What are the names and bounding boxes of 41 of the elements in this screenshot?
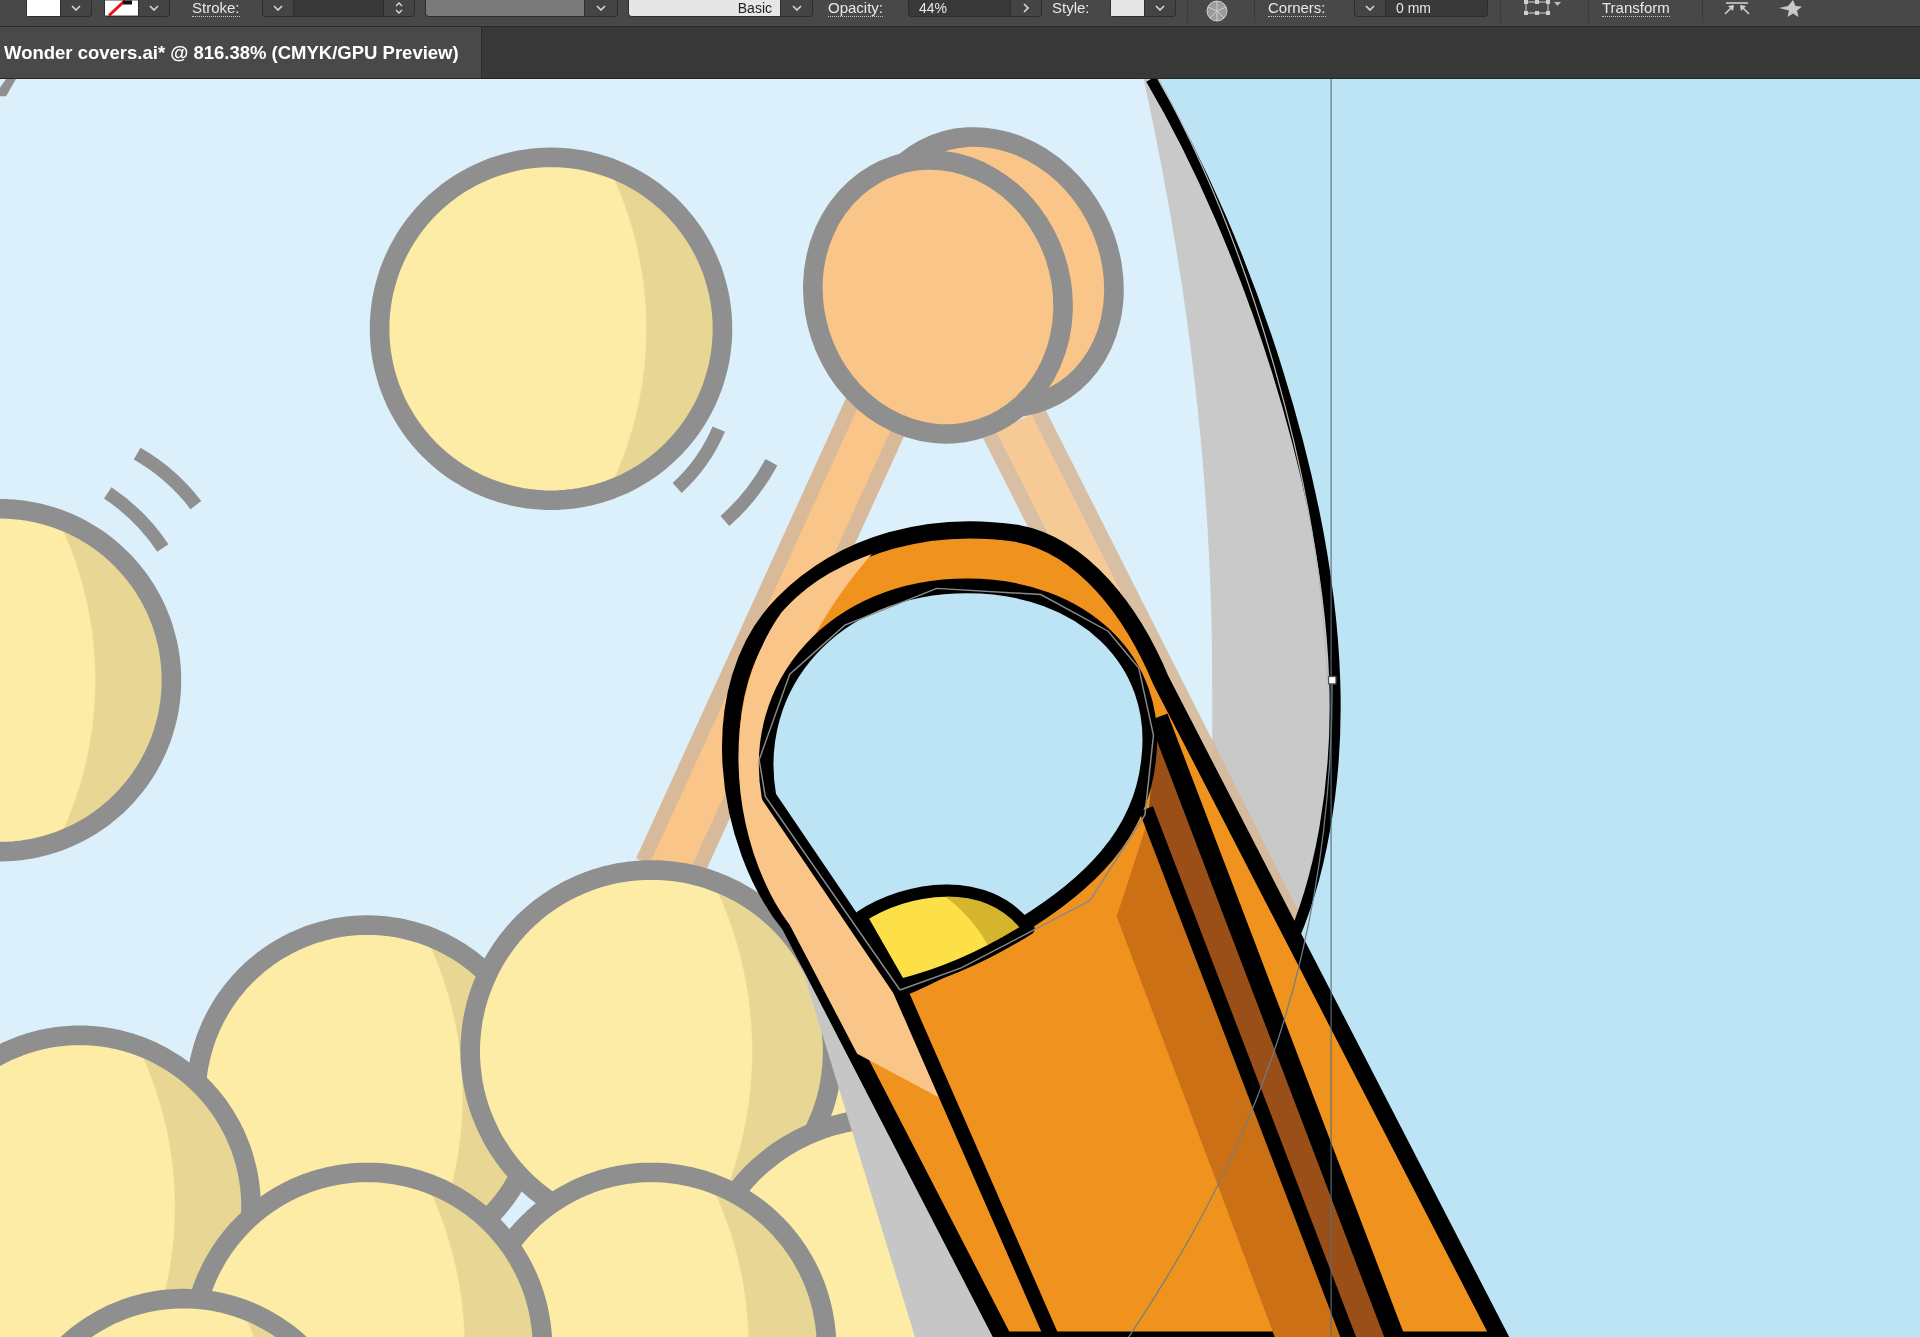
dropdown-button[interactable] (585, 0, 618, 17)
dropdown-button[interactable] (262, 0, 294, 17)
motion-line (0, 79, 16, 97)
dropdown-button[interactable] (1354, 0, 1386, 17)
style-swatch-icon (1111, 0, 1144, 16)
opacity-panel-link[interactable]: Opacity: (828, 0, 884, 17)
motion-line (720, 459, 778, 527)
dropdown-button[interactable] (781, 0, 813, 17)
corners-panel-link[interactable]: Corners: (1268, 0, 1326, 17)
style-label: Style: (1052, 0, 1090, 16)
brush-field[interactable]: Basic (628, 0, 781, 17)
caret-icon (149, 5, 159, 11)
profile-field[interactable] (425, 0, 585, 17)
star-icon[interactable] (1778, 0, 1804, 18)
swatch-dropdown[interactable] (104, 0, 170, 17)
style-dropdown[interactable] (1110, 0, 1176, 17)
transform-panel-link[interactable]: Transform (1602, 0, 1670, 17)
caret-icon (71, 5, 81, 11)
caret-icon (1155, 5, 1165, 11)
arrow-button[interactable] (1011, 0, 1042, 17)
wheel-icon[interactable] (1206, 0, 1228, 22)
bounding-box-icon[interactable] (1523, 0, 1551, 16)
stroke-panel-link[interactable]: Stroke: (192, 0, 240, 17)
opacity-field[interactable]: 44% (908, 0, 1011, 17)
caret-icon (596, 5, 606, 11)
stepper-button[interactable] (384, 0, 415, 17)
motion-line (672, 426, 725, 493)
caret-icon (1365, 5, 1375, 11)
stroke-weight-field[interactable] (294, 0, 384, 17)
caret-icon[interactable] (1554, 2, 1561, 6)
motion-line (103, 487, 169, 552)
chevron-icon (1023, 3, 1029, 13)
caret-icon (791, 5, 802, 11)
caret-icon (273, 5, 283, 11)
document-tab[interactable]: Wonder covers.ai* @ 816.38% (CMYK/GPU Preview) (0, 27, 482, 78)
anchor-point[interactable] (1327, 675, 1337, 685)
arrows-icon[interactable] (1722, 0, 1752, 16)
motion-line (133, 447, 202, 510)
corners-field[interactable]: 0 mm (1386, 0, 1488, 17)
swatch-dropdown[interactable] (26, 0, 92, 17)
spinner-icon (395, 2, 403, 14)
